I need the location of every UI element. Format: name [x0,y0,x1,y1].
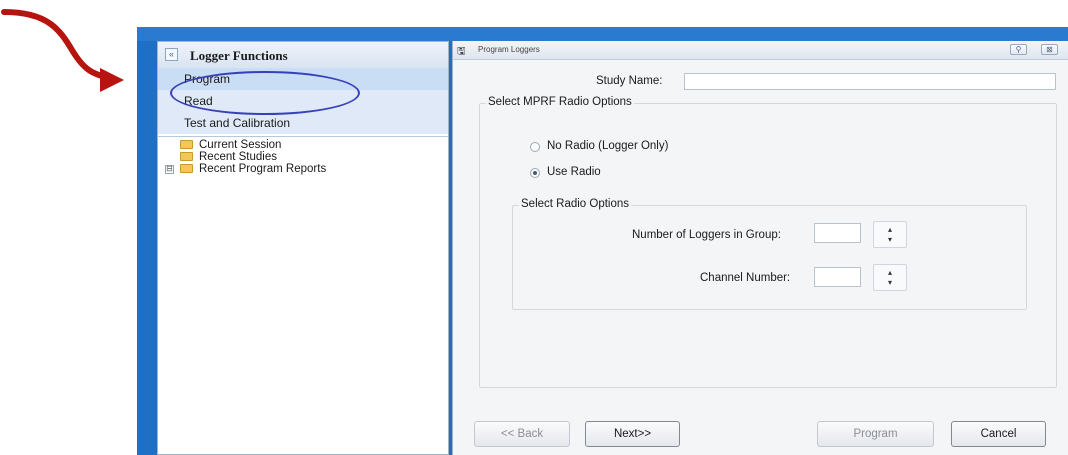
logger-functions-panel: « Logger Functions Program Read Test and… [157,41,449,455]
application-window: « Logger Functions Program Read Test and… [137,27,1068,455]
pin-icon[interactable]: ⚲ [1010,44,1027,55]
study-name-input[interactable] [684,73,1056,90]
collapse-toggle-icon[interactable]: ⊟ [165,165,174,174]
logger-functions-header: « Logger Functions [158,42,448,69]
no-radio-option[interactable] [530,142,540,152]
nav-item-program[interactable]: Program [158,68,448,90]
folder-icon [180,152,193,161]
tree-item-current-session[interactable]: Current Session [158,139,448,151]
spin-up-icon[interactable]: ▴ [888,225,892,234]
cancel-button[interactable]: Cancel [951,421,1046,447]
folder-icon [180,164,193,173]
nav-item-read[interactable]: Read [158,90,448,112]
loggers-in-group-input[interactable] [814,223,861,243]
mprf-radio-options-label: Select MPRF Radio Options [486,96,634,108]
logger-functions-title: Logger Functions [190,48,288,63]
channel-number-input[interactable] [814,267,861,287]
program-loggers-titlebar: 🖫 Program Loggers ⚲ ⊠ [453,41,1068,60]
program-button[interactable]: Program [817,421,934,447]
loggers-spin-control[interactable]: ▴ ▾ [873,221,907,248]
no-radio-label: No Radio (Logger Only) [547,140,669,152]
tree-item-recent-studies[interactable]: Recent Studies [158,151,448,163]
folder-icon [180,140,193,149]
back-button[interactable]: << Back [474,421,570,447]
close-icon[interactable]: ⊠ [1041,44,1058,55]
radio-options-group [512,205,1027,310]
program-loggers-window: 🖫 Program Loggers ⚲ ⊠ Study Name: Select… [452,41,1068,455]
collapse-icon[interactable]: « [165,48,178,61]
next-button[interactable]: Next>> [585,421,680,447]
spin-down-icon[interactable]: ▾ [888,235,892,244]
loggers-in-group-label: Number of Loggers in Group: [632,229,781,241]
app-title-strip [137,27,1068,41]
channel-number-label: Channel Number: [700,272,791,284]
study-name-label: Study Name: [596,75,663,87]
tree-item-label: Recent Program Reports [199,163,327,175]
spin-down-icon[interactable]: ▾ [888,278,892,287]
tree-item-label: Recent Studies [199,151,277,163]
window-title: Program Loggers [478,45,540,54]
spin-up-icon[interactable]: ▴ [888,268,892,277]
logger-functions-nav: Program Read Test and Calibration [158,68,448,134]
tree-item-recent-program-reports[interactable]: ⊟ Recent Program Reports [158,163,448,175]
tree-item-label: Current Session [199,139,282,151]
program-loggers-icon: 🖫 [457,46,466,57]
channel-spin-control[interactable]: ▴ ▾ [873,264,907,291]
use-radio-label: Use Radio [547,166,601,178]
session-tree: Current Session Recent Studies ⊟ Recent … [158,136,448,175]
use-radio-option[interactable] [530,168,540,178]
annotation-arrow [1,9,124,92]
nav-item-test-and-calibration[interactable]: Test and Calibration [158,112,448,134]
radio-options-label: Select Radio Options [519,198,632,210]
